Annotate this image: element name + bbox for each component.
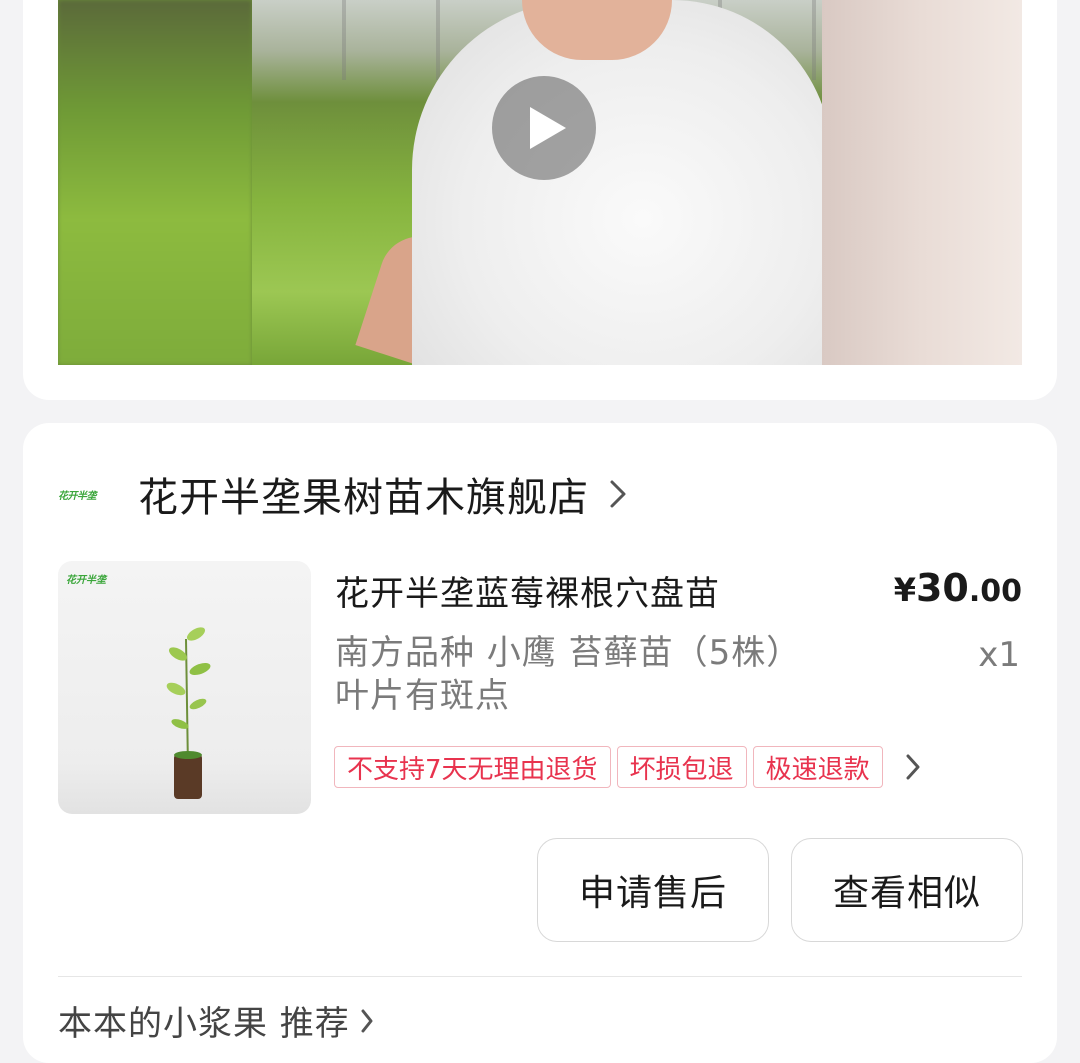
product-spec: 南方品种 小鹰 苔藓苗（5株） 叶片有斑点 [335, 632, 895, 718]
product-image[interactable]: 花开半垄 [58, 561, 311, 814]
shop-header[interactable]: 花开半垄 花开半垄果树苗木旗舰店 [58, 465, 627, 523]
tag-fast-refund: 极速退款 [752, 746, 883, 788]
price-decimal: .00 [968, 574, 1022, 609]
product-quantity: x1 [978, 635, 1020, 675]
recommend-label: 本本的小浆果 推荐 [58, 1004, 350, 1044]
divider [58, 976, 1022, 977]
product-video[interactable] [58, 0, 1022, 365]
product-price: ¥30.00 [894, 566, 1022, 610]
price-integer: 30 [915, 566, 969, 610]
view-similar-button[interactable]: 查看相似 [791, 838, 1023, 942]
play-button[interactable] [492, 76, 596, 180]
video-blur-left [58, 0, 252, 365]
tag-no-7day-return: 不支持7天无理由退货 [334, 746, 611, 788]
price-symbol: ¥ [893, 571, 916, 609]
shop-logo: 花开半垄 [58, 490, 97, 502]
play-icon [530, 107, 566, 149]
service-tags[interactable]: 不支持7天无理由退货 坏损包退 极速退款 [334, 746, 921, 788]
after-sale-button[interactable]: 申请售后 [537, 838, 769, 942]
spec-line-1: 南方品种 小鹰 苔藓苗（5株） [335, 633, 802, 673]
tag-damage-refund: 坏损包退 [616, 746, 747, 788]
seedling-illustration [166, 627, 211, 799]
spec-line-2: 叶片有斑点 [335, 676, 510, 716]
chevron-right-icon [360, 1008, 374, 1034]
chevron-right-icon[interactable] [905, 753, 921, 781]
product-title[interactable]: 花开半垄蓝莓裸根穴盘苗 [335, 566, 720, 615]
product-image-brand: 花开半垄 [66, 575, 106, 586]
recommend-link[interactable]: 本本的小浆果 推荐 [58, 996, 374, 1045]
shop-name[interactable]: 花开半垄果树苗木旗舰店 [138, 465, 589, 523]
chevron-right-icon[interactable] [609, 479, 627, 509]
video-frame [252, 0, 832, 365]
video-blur-right [822, 0, 1022, 365]
